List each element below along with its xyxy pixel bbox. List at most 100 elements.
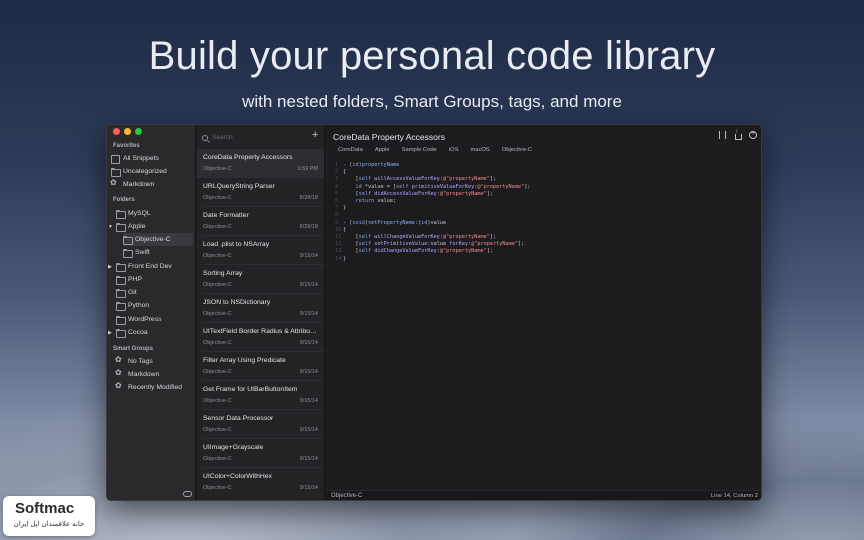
gear-icon	[115, 355, 124, 365]
code-line: 12 [self setPrimitiveValue:value forKey:…	[335, 241, 525, 248]
snippet-title-field[interactable]: CoreData Property Accessors	[333, 132, 445, 142]
snippet-list: + CoreData Property Accessors Objective-…	[197, 125, 325, 500]
search-input[interactable]	[212, 134, 302, 141]
sidebar-item-label: Markdown	[123, 181, 155, 188]
minimize-button[interactable]	[124, 128, 131, 135]
disclosure-right-icon[interactable]: ▶	[108, 264, 112, 270]
sidebar-item-label: Git	[128, 289, 137, 296]
sidebar-item-label: Python	[128, 302, 150, 309]
sidebar-item-markdown[interactable]: Markdown	[110, 178, 193, 191]
snippet-title: URLQueryString Parser	[203, 183, 275, 190]
snippet-date: 9/15/14	[299, 369, 318, 375]
toggle-icon[interactable]	[183, 491, 192, 497]
tag[interactable]: CoreData	[338, 147, 363, 153]
sidebar-item-uncategorized[interactable]: Uncategorized	[111, 165, 193, 178]
smart-groups-header: Smart Groups	[113, 346, 154, 352]
code-line: 14}	[335, 255, 347, 262]
tag[interactable]: Apple	[375, 147, 390, 153]
editor-toolbar	[719, 129, 757, 140]
folder-icon	[123, 249, 133, 258]
snippet-language: Objective-C	[203, 485, 232, 491]
sidebar-item-all-snippets[interactable]: All Snippets	[111, 152, 193, 165]
gear-icon	[115, 381, 124, 391]
snippet-date: 9/15/14	[299, 427, 318, 433]
sidebar-item-apple[interactable]: ▼ Apple	[108, 220, 198, 233]
list-item[interactable]: CoreData Property Accessors Objective-C …	[197, 149, 324, 178]
disclosure-down-icon[interactable]: ▼	[108, 224, 113, 230]
list-item[interactable]: Date Formatter Objective-C 8/28/18	[197, 207, 324, 236]
sidebar-item-front-end-dev[interactable]: ▶ Front End Dev	[108, 260, 198, 273]
list-item[interactable]: UIColor+ColorWithHex Objective-C 9/15/14	[197, 468, 324, 497]
snippet-date: 9/15/14	[299, 398, 318, 404]
snippet-title: Load .plist to NSArray	[203, 241, 270, 248]
stack-icon	[111, 155, 120, 164]
snippet-title: CoreData Property Accessors	[203, 154, 293, 161]
folder-icon	[116, 302, 126, 311]
sidebar-item-git[interactable]: Git	[116, 286, 198, 299]
tag-bar: CoreData Apple Sample Code iOS macOS Obj…	[338, 147, 532, 153]
list-item[interactable]: Load .plist to NSArray Objective-C 9/15/…	[197, 236, 324, 265]
language-selector[interactable]: Objective-C	[331, 493, 362, 499]
share-icon[interactable]	[734, 129, 742, 140]
folder-icon	[116, 289, 126, 298]
snippet-title: JSON to NSDictionary	[203, 299, 271, 306]
snippet-date: 9/15/14	[299, 456, 318, 462]
zoom-button[interactable]	[135, 128, 142, 135]
watermark-tagline: خانه علاقمندان اپل ایران	[13, 521, 85, 528]
list-item[interactable]: Filter Array Using Predicate Objective-C…	[197, 352, 324, 381]
sidebar-item-no-tags[interactable]: No Tags	[115, 355, 198, 368]
sidebar-item-label: Objective-C	[135, 236, 171, 243]
add-snippet-button[interactable]: +	[312, 129, 318, 141]
snippet-date: 9:59 PM	[297, 166, 318, 172]
folder-icon	[123, 236, 133, 245]
sidebar-item-label: Swift	[135, 249, 150, 256]
add-circle-icon[interactable]	[749, 130, 757, 139]
sidebar-item-label: All Snippets	[123, 155, 159, 162]
tag[interactable]: Objective-C	[502, 147, 532, 153]
close-button[interactable]	[113, 128, 120, 135]
snippet-title: Get Frame for UIBarButtonItem	[203, 386, 298, 393]
sidebar-item-label: Markdown	[128, 371, 160, 378]
snippet-date: 9/15/14	[299, 485, 318, 491]
sidebar-item-recently-modified[interactable]: Recently Modified	[115, 381, 198, 394]
sidebar-item-smart-markdown[interactable]: Markdown	[115, 368, 198, 381]
gear-icon	[115, 368, 124, 378]
list-item[interactable]: UITextField Border Radius & Attribu… Obj…	[197, 323, 324, 352]
code-line: 5 [self didAccessValueForKey:@"propertyN…	[335, 190, 493, 197]
disclosure-right-icon[interactable]: ▶	[108, 330, 112, 336]
sidebar-item-php[interactable]: PHP	[116, 273, 198, 286]
list-item[interactable]: JSON to NSDictionary Objective-C 9/15/14	[197, 294, 324, 323]
list-item[interactable]: Sorting Array Objective-C 9/15/14	[197, 265, 324, 294]
folder-icon	[116, 263, 126, 272]
list-item[interactable]: UIImage+Grayscale Objective-C 9/15/14	[197, 439, 324, 468]
sidebar-item-python[interactable]: Python	[116, 299, 198, 312]
sidebar-item-label: Front End Dev	[128, 263, 172, 270]
tag[interactable]: macOS	[470, 147, 489, 153]
sidebar-item-label: WordPress	[128, 316, 162, 323]
snippet-language: Objective-C	[203, 253, 232, 259]
tag[interactable]: iOS	[449, 147, 459, 153]
hero-title: Build your personal code library	[148, 34, 716, 78]
snippet-title: UIColor+ColorWithHex	[203, 473, 272, 480]
tag[interactable]: Sample Code	[402, 147, 437, 153]
list-item[interactable]: Sensor Data Processor Objective-C 9/15/1…	[197, 410, 324, 439]
snippet-language: Objective-C	[203, 224, 232, 230]
sidebar-item-wordpress[interactable]: WordPress	[116, 313, 198, 326]
sidebar: Favorites All Snippets Uncategorized Mar…	[107, 125, 198, 500]
list-item[interactable]: URLQueryString Parser Objective-C 8/28/1…	[197, 178, 324, 207]
snippet-date: 9/15/14	[299, 282, 318, 288]
code-line: 4 id *value = [self primitiveValueForKey…	[335, 183, 531, 190]
gear-icon	[110, 178, 119, 188]
code-line: 3 [self willAccessValueForKey:@"property…	[335, 176, 497, 183]
sidebar-item-cocoa[interactable]: ▶ Cocoa	[108, 326, 198, 339]
sidebar-item-swift[interactable]: Swift	[123, 246, 205, 259]
code-line: 10{	[335, 226, 347, 233]
editor-pane: CoreData Property Accessors CoreData App…	[326, 125, 761, 500]
brackets-icon[interactable]	[719, 131, 726, 139]
sidebar-item-mysql[interactable]: MySQL	[116, 207, 198, 220]
snippet-title: UITextField Border Radius & Attribu…	[203, 328, 317, 335]
list-item[interactable]: Get Frame for UIBarButtonItem Objective-…	[197, 381, 324, 410]
cursor-position: Line 14, Column 2	[710, 493, 758, 499]
sidebar-item-objective-c[interactable]: Objective-C	[123, 233, 193, 246]
code-editor[interactable]: 1- (id)propertyName 2{3 [self willAccessV…	[335, 162, 530, 263]
